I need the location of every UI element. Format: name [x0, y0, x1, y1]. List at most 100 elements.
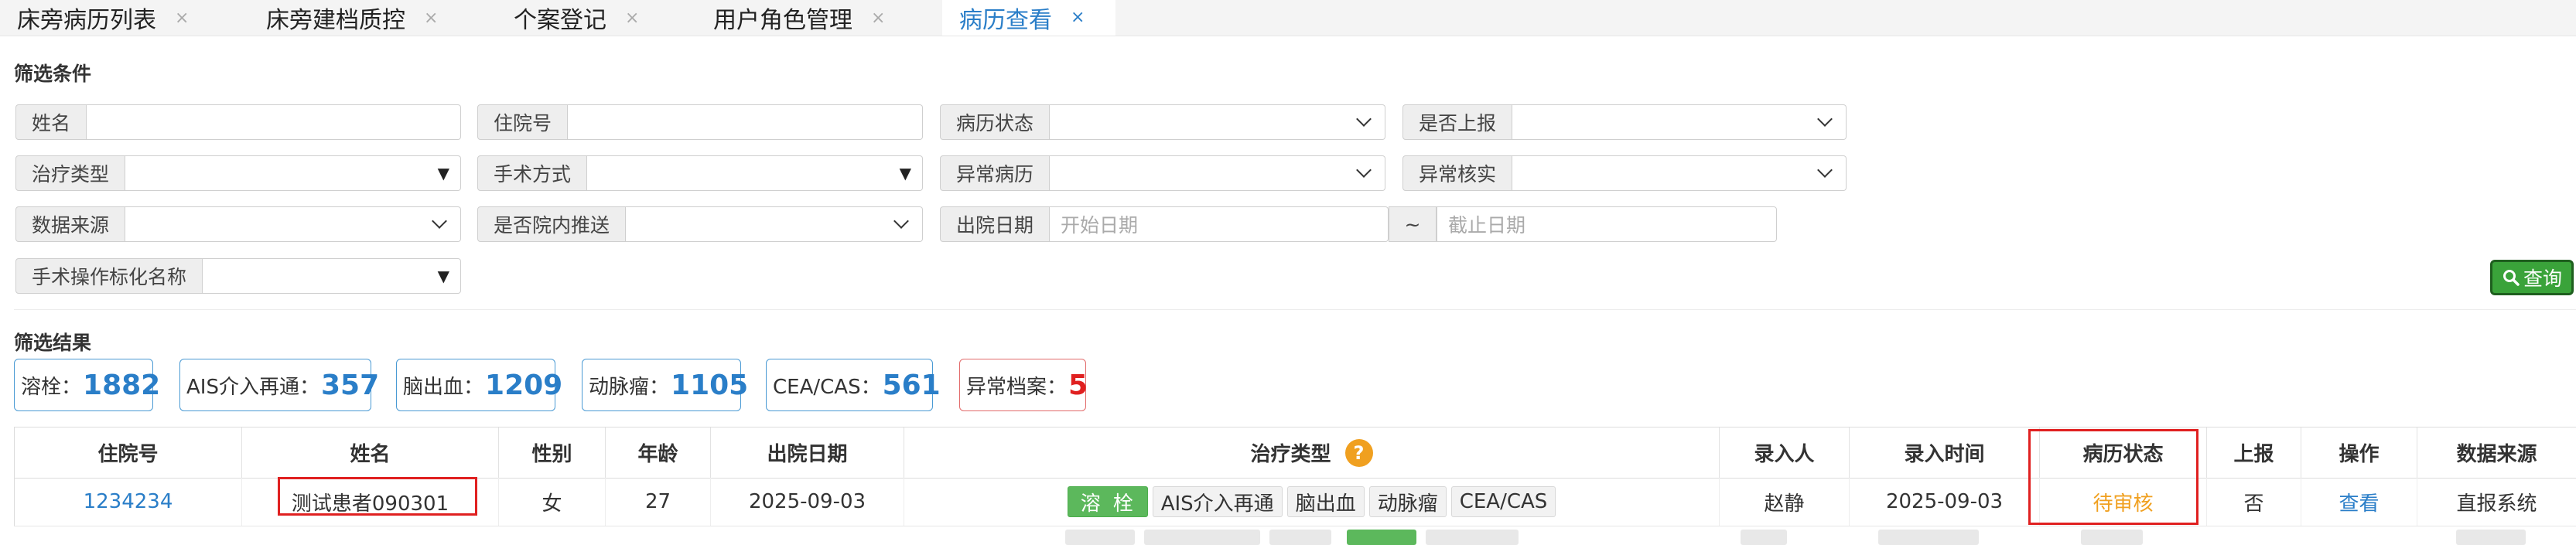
close-icon[interactable]: ×: [1071, 8, 1085, 27]
view-link[interactable]: 查看: [2339, 488, 2379, 516]
cell-action: 查看: [2301, 478, 2417, 526]
help-icon[interactable]: ?: [1344, 438, 1373, 467]
tab-label: 个案登记: [514, 7, 606, 34]
close-icon[interactable]: ×: [424, 9, 438, 28]
admission-no-link[interactable]: 1234234: [84, 490, 173, 513]
tab-case-registration[interactable]: 个案登记 ×: [497, 0, 675, 36]
record-status-select[interactable]: [1050, 104, 1385, 140]
next-row-cell: [2456, 530, 2526, 545]
admission-no-input[interactable]: [568, 104, 923, 140]
cell-reported: 否: [2206, 478, 2301, 526]
record-status-field: 病历状态: [940, 104, 1385, 140]
stat-aneurysm[interactable]: 动脉瘤： 1105: [582, 359, 748, 411]
chevron-down-icon: [1817, 111, 1833, 127]
chevron-down-icon: [1356, 111, 1372, 127]
chevron-down-icon: [1817, 162, 1833, 178]
col-entered-at: 录入时间: [1849, 427, 2039, 478]
admission-no-field: 住院号: [477, 104, 923, 140]
surgery-name-field: 手术操作标化名称 ▼: [15, 258, 461, 294]
col-discharge-date: 出院日期: [710, 427, 904, 478]
discharge-date-end-field: 截止日期: [1437, 206, 1777, 242]
treatment-tag-thrombolysis: 溶栓: [1067, 486, 1148, 517]
search-button-label: 查询: [2523, 267, 2562, 290]
data-source-field: 数据来源: [15, 206, 461, 242]
close-icon[interactable]: ×: [871, 9, 885, 28]
col-treatment-type: 治疗类型 ?: [904, 427, 1719, 478]
treatment-tag-ais: AIS介入再通: [1152, 486, 1283, 517]
stat-value: 1209: [485, 369, 563, 401]
stat-cerebral-hemorrhage[interactable]: 脑出血： 1209: [396, 359, 562, 411]
stat-thrombolysis[interactable]: 溶栓： 1882: [14, 359, 160, 411]
tab-record-view[interactable]: 病历查看 ×: [942, 0, 1115, 36]
tab-bedside-record-list[interactable]: 床旁病历列表 ×: [0, 0, 224, 36]
treatment-tag-aneurysm: 动脉瘤: [1368, 486, 1447, 517]
discharge-date-label: 出院日期: [940, 206, 1051, 242]
close-icon[interactable]: ×: [625, 9, 639, 28]
cell-gender: 女: [498, 478, 605, 526]
stat-cea-cas[interactable]: CEA/CAS： 561: [766, 359, 941, 411]
name-field: 姓名: [15, 104, 461, 140]
stat-abnormal-archives[interactable]: 异常档案： 5: [959, 359, 1088, 411]
tab-label: 床旁建档质控: [266, 7, 405, 34]
tab-bar: 床旁病历列表 × 床旁建档质控 × 个案登记 × 用户角色管理 × 病历查看 ×: [0, 0, 2576, 36]
col-gender: 性别: [498, 427, 605, 478]
treatment-type-select[interactable]: ▼: [125, 155, 461, 191]
chevron-down-icon: [1356, 162, 1372, 178]
stat-value: 5: [1068, 369, 1088, 401]
cell-admission-no: 1234234: [14, 478, 241, 526]
col-data-source: 数据来源: [2417, 427, 2576, 478]
abnormal-verify-select[interactable]: [1512, 155, 1847, 191]
stat-label: AIS介入再通：: [186, 375, 319, 399]
stat-value: 357: [320, 369, 380, 401]
record-status-label: 病历状态: [940, 104, 1051, 140]
next-row-cell: [1741, 530, 1787, 545]
col-name: 姓名: [241, 427, 498, 478]
treatment-tag-cea-cas: CEA/CAS: [1450, 486, 1556, 517]
surgery-name-select[interactable]: ▼: [203, 258, 461, 294]
reported-field: 是否上报: [1402, 104, 1847, 140]
stat-ais-recanalization[interactable]: AIS介入再通： 357: [179, 359, 379, 411]
stat-label: 动脉瘤：: [589, 375, 670, 399]
next-row-tag: [1426, 530, 1519, 545]
in-hospital-push-select[interactable]: [626, 206, 923, 242]
abnormal-record-field: 异常病历: [940, 155, 1385, 191]
caret-down-icon: ▼: [437, 164, 449, 182]
name-input[interactable]: [87, 104, 461, 140]
cell-treatment-type: 溶栓 AIS介入再通 脑出血 动脉瘤 CEA/CAS: [904, 478, 1719, 526]
abnormal-record-select[interactable]: [1050, 155, 1385, 191]
surgery-method-select[interactable]: ▼: [587, 155, 923, 191]
next-row-cell: [1878, 530, 1979, 545]
highlight-name-box: [278, 477, 477, 516]
chevron-down-icon: [432, 213, 447, 229]
section-divider: [14, 309, 2576, 310]
highlight-status-box: [2028, 429, 2198, 525]
in-hospital-push-field: 是否院内推送: [477, 206, 923, 242]
caret-down-icon: ▼: [899, 164, 911, 182]
admission-no-label: 住院号: [477, 104, 569, 140]
data-source-select[interactable]: [125, 206, 461, 242]
discharge-date-start-input[interactable]: 开始日期: [1050, 206, 1389, 242]
stat-value: 1105: [671, 369, 749, 401]
tab-label: 床旁病历列表: [17, 7, 156, 34]
cell-discharge-date: 2025-09-03: [710, 478, 904, 526]
search-button[interactable]: 查询: [2490, 260, 2574, 295]
col-age: 年龄: [605, 427, 710, 478]
stat-label: CEA/CAS：: [773, 375, 881, 399]
tab-bedside-archive-qc[interactable]: 床旁建档质控 ×: [249, 0, 473, 36]
surgery-name-label: 手术操作标化名称: [15, 258, 203, 294]
cell-entered-by: 赵静: [1719, 478, 1849, 526]
abnormal-verify-label: 异常核实: [1402, 155, 1513, 191]
stat-label: 异常档案：: [966, 375, 1068, 399]
discharge-date-end-input[interactable]: 截止日期: [1437, 206, 1777, 242]
reported-label: 是否上报: [1402, 104, 1513, 140]
name-label: 姓名: [15, 104, 87, 140]
next-row-tag: [1269, 530, 1331, 545]
reported-select[interactable]: [1512, 104, 1847, 140]
treatment-type-field: 治疗类型 ▼: [15, 155, 461, 191]
abnormal-verify-field: 异常核实: [1402, 155, 1847, 191]
in-hospital-push-label: 是否院内推送: [477, 206, 627, 242]
next-row-tag: [1065, 530, 1135, 545]
tab-user-role-management[interactable]: 用户角色管理 ×: [696, 0, 921, 36]
close-icon[interactable]: ×: [175, 9, 189, 28]
col-treatment-type-label: 治疗类型: [1250, 443, 1331, 466]
